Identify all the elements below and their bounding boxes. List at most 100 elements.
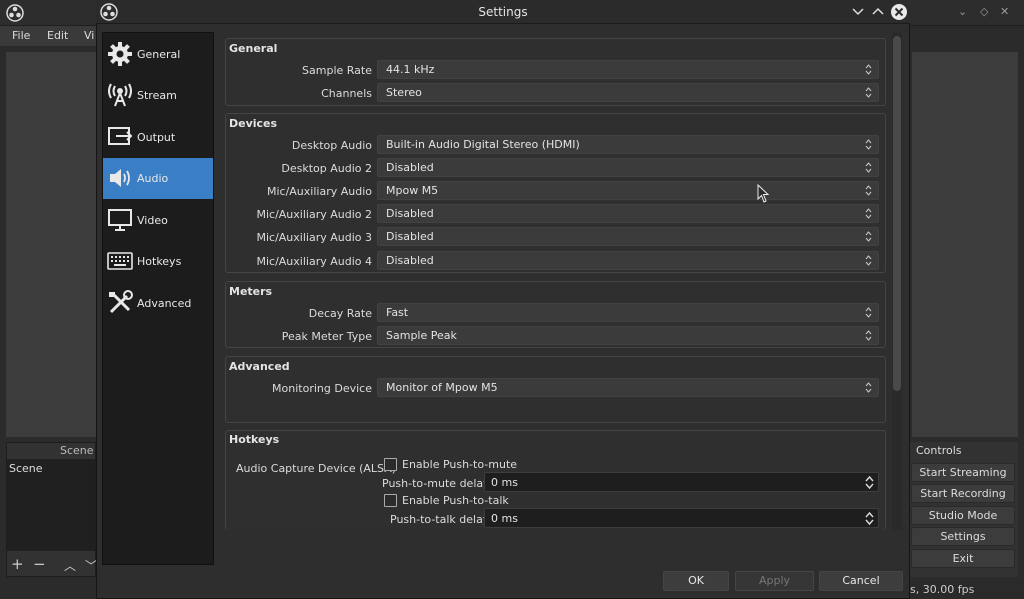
preview-area (6, 52, 96, 437)
group-title-general: General (229, 42, 278, 55)
combo-arrows-icon (865, 255, 872, 266)
sidebar-item-label: Advanced (137, 297, 192, 310)
tools-icon (109, 290, 133, 314)
sidebar-item-video[interactable]: Video (103, 200, 213, 241)
combo-arrows-icon (865, 208, 872, 219)
sidebar-item-hotkeys[interactable]: Hotkeys (103, 241, 213, 282)
keyboard-icon (107, 252, 133, 270)
push-to-talk-delay-label: Push-to-talk delay (390, 513, 490, 526)
start-recording-button[interactable]: Start Recording (911, 484, 1015, 503)
main-maximize-icon[interactable]: ◇ (980, 5, 988, 18)
push-to-mute-checkbox[interactable] (384, 458, 397, 471)
spin-arrows-icon[interactable] (864, 510, 875, 527)
exit-button[interactable]: Exit (911, 549, 1015, 568)
mic-audio-2-select[interactable]: Disabled (377, 204, 879, 223)
channels-select[interactable]: Stereo (377, 83, 879, 102)
mic-audio-value: Mpow M5 (386, 184, 439, 197)
preview-area-right (912, 52, 1018, 437)
mic-audio-3-select[interactable]: Disabled (377, 227, 879, 246)
combo-arrows-icon (865, 87, 872, 98)
sample-rate-select[interactable]: 44.1 kHz (377, 60, 879, 79)
main-minimize-icon[interactable]: ⌄ (958, 5, 967, 18)
sidebar-item-output[interactable]: Output (103, 117, 213, 158)
combo-arrows-icon (865, 231, 872, 242)
remove-scene-icon[interactable]: − (33, 555, 46, 573)
move-up-icon[interactable]: ︿ (64, 557, 76, 574)
scrollbar-thumb[interactable] (893, 36, 901, 391)
sidebar-item-label: General (137, 48, 181, 61)
combo-arrows-icon (865, 162, 872, 173)
desktop-audio-2-label: Desktop Audio 2 (281, 162, 372, 175)
group-title-advanced: Advanced (229, 360, 290, 373)
monitoring-device-label: Monitoring Device (272, 382, 372, 395)
sidebar-item-label: Video (137, 214, 168, 227)
desktop-audio-value: Built-in Audio Digital Stereo (HDMI) (386, 138, 580, 151)
dialog-maximize-icon[interactable] (872, 6, 884, 16)
peak-meter-select[interactable]: Sample Peak (377, 326, 879, 345)
decay-rate-value: Fast (386, 306, 409, 319)
push-to-mute-label: Enable Push-to-mute (402, 458, 518, 471)
menu-edit[interactable]: Edit (47, 29, 68, 42)
push-to-talk-delay-input[interactable]: 0 ms (484, 508, 879, 528)
main-close-icon[interactable]: ✕ (1000, 5, 1009, 18)
scenes-dock-title: Scene (60, 444, 94, 457)
decay-rate-label: Decay Rate (308, 307, 372, 320)
combo-arrows-icon (865, 330, 872, 341)
dialog-close-icon[interactable] (890, 3, 908, 21)
push-to-mute-delay-label: Push-to-mute delay (382, 477, 490, 490)
group-title-devices: Devices (229, 117, 278, 130)
obs-logo-icon (6, 4, 24, 22)
spin-arrows-icon[interactable] (864, 474, 875, 491)
desktop-audio-2-select[interactable]: Disabled (377, 158, 879, 177)
mic-audio-4-label: Mic/Auxiliary Audio 4 (256, 255, 372, 268)
dialog-minimize-icon[interactable] (852, 7, 864, 17)
audio-capture-device-label: Audio Capture Device (ALSA) (236, 462, 397, 475)
sidebar-item-label: Hotkeys (137, 255, 182, 268)
push-to-talk-delay-value: 0 ms (491, 512, 518, 525)
push-to-mute-delay-input[interactable]: 0 ms (484, 472, 879, 492)
mic-audio-3-label: Mic/Auxiliary Audio 3 (256, 231, 372, 244)
start-streaming-button[interactable]: Start Streaming (911, 463, 1015, 482)
output-icon (108, 127, 133, 145)
sidebar-item-audio[interactable]: Audio (103, 158, 213, 199)
studio-mode-button[interactable]: Studio Mode (911, 506, 1015, 525)
group-title-hotkeys: Hotkeys (229, 433, 280, 446)
speaker-icon (110, 169, 130, 187)
combo-arrows-icon (865, 382, 872, 393)
peak-meter-label: Peak Meter Type (281, 330, 372, 343)
channels-value: Stereo (386, 86, 422, 99)
main-settings-button[interactable]: Settings (911, 527, 1015, 546)
mic-audio-4-value: Disabled (386, 254, 434, 267)
desktop-audio-2-value: Disabled (386, 161, 434, 174)
sidebar-item-advanced[interactable]: Advanced (103, 283, 213, 324)
sidebar-item-label: Stream (137, 89, 177, 102)
desktop-audio-select[interactable]: Built-in Audio Digital Stereo (HDMI) (377, 135, 879, 154)
desktop-audio-label: Desktop Audio (291, 139, 372, 152)
add-scene-icon[interactable]: + (11, 555, 24, 573)
mic-audio-select[interactable]: Mpow M5 (377, 181, 879, 200)
push-to-talk-checkbox[interactable] (384, 494, 397, 507)
mic-audio-label: Mic/Auxiliary Audio (266, 185, 372, 198)
mic-audio-3-value: Disabled (386, 230, 434, 243)
fps-readout: s, 30.00 fps (910, 583, 975, 596)
menu-view[interactable]: Vi (84, 29, 94, 42)
scene-list-item[interactable]: Scene (9, 462, 43, 475)
controls-dock-title: Controls (916, 444, 962, 457)
sidebar-item-label: Audio (137, 172, 169, 185)
apply-button[interactable]: Apply (735, 571, 814, 591)
monitoring-device-value: Monitor of Mpow M5 (386, 381, 498, 394)
menu-file[interactable]: File (12, 29, 30, 42)
ok-button[interactable]: OK (663, 571, 729, 591)
channels-label: Channels (321, 87, 372, 100)
mic-audio-4-select[interactable]: Disabled (377, 251, 879, 270)
monitoring-device-select[interactable]: Monitor of Mpow M5 (377, 378, 879, 397)
sidebar-item-label: Output (137, 131, 176, 144)
cancel-button[interactable]: Cancel (819, 571, 903, 591)
sidebar-item-stream[interactable]: Stream (103, 75, 213, 116)
combo-arrows-icon (865, 64, 872, 75)
mic-audio-2-value: Disabled (386, 207, 434, 220)
decay-rate-select[interactable]: Fast (377, 303, 879, 322)
sample-rate-label: Sample Rate (302, 64, 372, 77)
sidebar-item-general[interactable]: General (103, 34, 213, 75)
mouse-cursor-icon (757, 184, 770, 203)
